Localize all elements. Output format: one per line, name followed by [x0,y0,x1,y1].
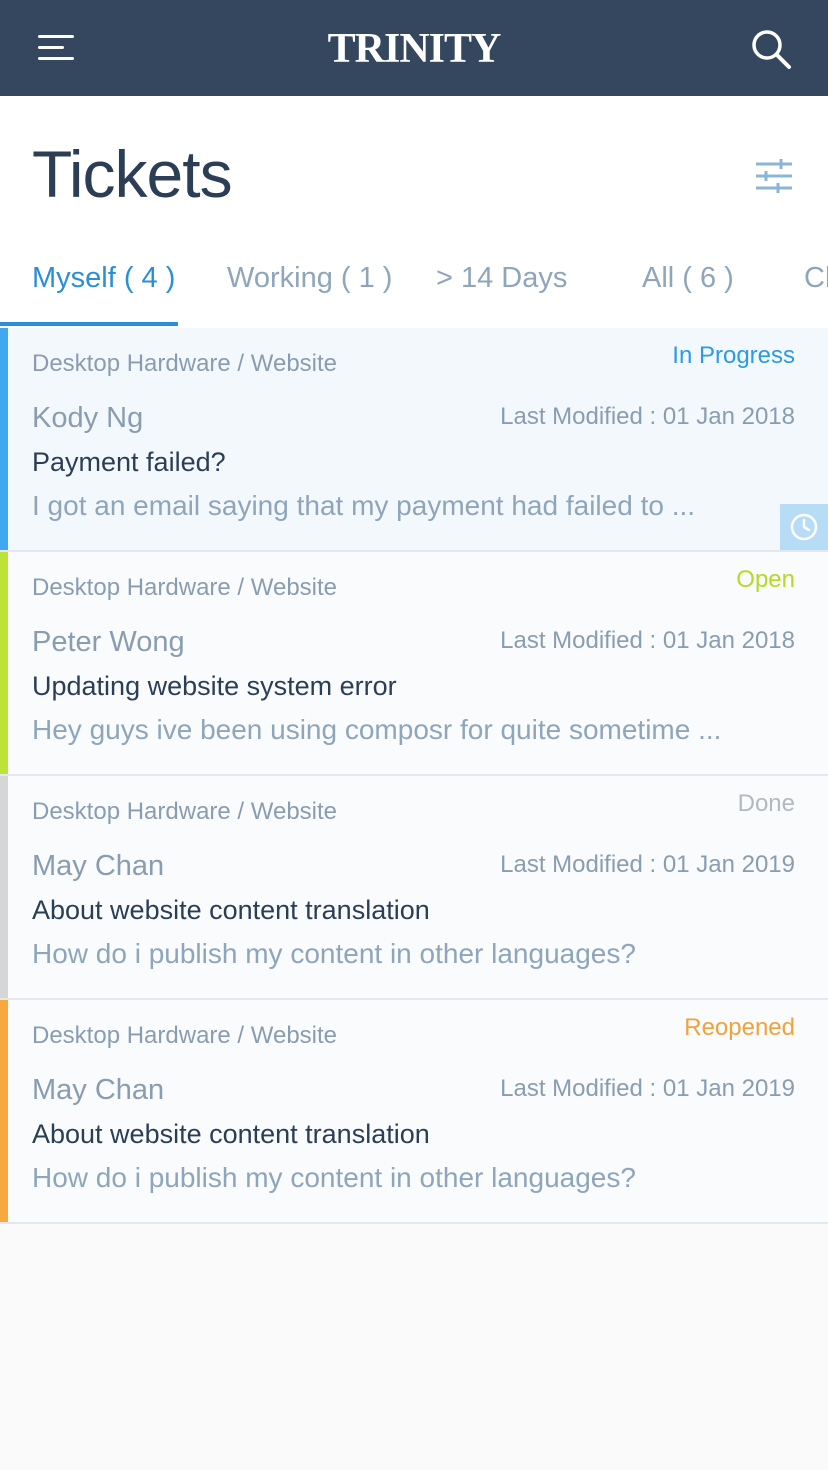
last-modified-date: Last Modified : 01 Jan 2018 [500,403,795,430]
ticket-author: May Chan [32,1074,165,1106]
top-app-bar: TRINITY [0,0,828,96]
ticket-category: Desktop Hardware / Website [32,350,338,377]
ticket-item[interactable]: Desktop Hardware / Website Reopened May … [0,1000,828,1224]
page-title: Tickets [32,137,233,211]
search-icon[interactable] [748,26,794,72]
ticket-item[interactable]: Desktop Hardware / Website Done May Chan… [0,776,828,1000]
last-modified-date: Last Modified : 01 Jan 2019 [500,851,795,878]
ticket-tabs: Myself ( 4 ) Working ( 1 ) > 14 Days All… [0,246,828,328]
status-bar [0,328,8,550]
status-bar [0,776,8,998]
ticket-subject: Payment failed? [32,447,226,477]
ticket-author: Peter Wong [32,626,185,658]
ticket-category: Desktop Hardware / Website [32,798,338,825]
ticket-preview: Hey guys ive been using composr for quit… [32,714,722,745]
active-tab-indicator [0,322,178,326]
ticket-subject: Updating website system error [32,671,397,701]
ticket-category: Desktop Hardware / Website [32,574,338,601]
ticket-subject: About website content translation [32,895,430,925]
tab-closed[interactable]: Cl [804,260,828,296]
ticket-subject: About website content translation [32,1119,430,1149]
status-bar [0,552,8,774]
tab-all[interactable]: All ( 6 ) [642,260,734,296]
status-badge: Reopened [684,1014,795,1041]
last-modified-date: Last Modified : 01 Jan 2019 [500,1075,795,1102]
tab-myself[interactable]: Myself ( 4 ) [32,260,175,296]
tab-working[interactable]: Working ( 1 ) [227,260,392,296]
ticket-author: May Chan [32,850,165,882]
last-modified-date: Last Modified : 01 Jan 2018 [500,627,795,654]
ticket-preview: How do i publish my content in other lan… [32,1162,636,1193]
tab-over-14-days[interactable]: > 14 Days [436,260,567,296]
status-badge: In Progress [672,342,795,369]
ticket-author: Kody Ng [32,402,144,434]
ticket-preview: How do i publish my content in other lan… [32,938,636,969]
status-bar [0,1000,8,1222]
app-logo: TRINITY [327,26,502,72]
status-badge: Open [736,566,795,593]
page-header: Tickets Myself ( 4 ) Working ( 1 ) > 14 … [0,96,828,328]
ticket-list: Desktop Hardware / Website In Progress K… [0,328,828,1224]
sliders-filter-icon[interactable] [752,156,796,196]
clock-icon[interactable] [780,504,828,550]
ticket-item[interactable]: Desktop Hardware / Website Open Peter Wo… [0,552,828,776]
status-badge: Done [737,790,795,817]
ticket-category: Desktop Hardware / Website [32,1022,338,1049]
ticket-item[interactable]: Desktop Hardware / Website In Progress K… [0,328,828,552]
ticket-preview: I got an email saying that my payment ha… [32,490,696,521]
